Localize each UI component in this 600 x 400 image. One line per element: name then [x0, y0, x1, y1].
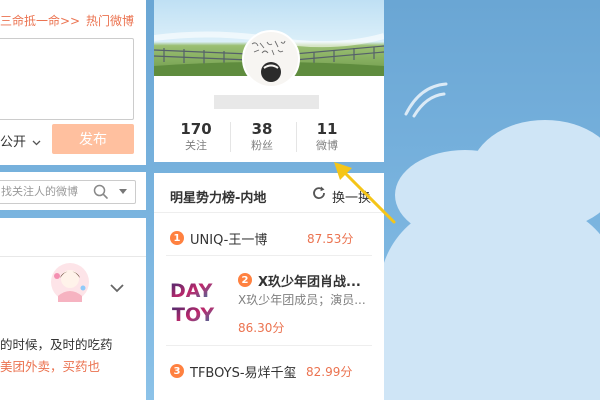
- compose-textarea[interactable]: [0, 38, 134, 120]
- stat-label: 微博: [316, 139, 338, 152]
- chevron-down-icon: [32, 140, 41, 145]
- compose-panel: 三命抵一命>> 热门微博 公开 发布: [0, 0, 146, 165]
- hot-weibo-link[interactable]: 热门微博: [86, 12, 134, 29]
- followers-count[interactable]: 38 粉丝: [227, 121, 297, 153]
- feed-panel: 的时候，及时的吃药 美团外卖，买药也: [0, 218, 146, 400]
- stat-number: 38: [251, 120, 273, 138]
- ranking-divider: [166, 345, 372, 346]
- rank-badge: 1: [170, 231, 184, 245]
- hot-topic-link[interactable]: 三命抵一命>>: [0, 14, 80, 28]
- visibility-label: 公开: [0, 135, 27, 150]
- group-logo[interactable]: DAY TOY: [166, 273, 222, 329]
- ranking-divider: [166, 255, 372, 256]
- feed-text-line: 的时候，及时的吃药: [0, 337, 113, 352]
- rank-item-description: X玖少年团成员；演员...: [238, 293, 366, 307]
- logo-text-bottom: TOY: [172, 304, 214, 326]
- weibo-count[interactable]: 11 微博: [292, 121, 362, 153]
- search-input[interactable]: 找关注人的微博: [0, 180, 136, 204]
- rank-badge: 2: [238, 273, 252, 287]
- rank-badge: 3: [170, 364, 184, 378]
- search-dropdown-icon[interactable]: [119, 189, 127, 194]
- feed-promo-link[interactable]: 美团外卖，买药也: [0, 356, 100, 375]
- annotation-arrow: [334, 162, 396, 224]
- stat-label: 关注: [185, 139, 207, 152]
- rank-item-name[interactable]: UNIQ-王一博: [190, 229, 267, 248]
- avatar-calligraphy-image: [244, 32, 298, 86]
- rank-item-score: 82.99分: [306, 365, 353, 379]
- profile-card: 170 关注 38 粉丝 11 微博: [154, 0, 384, 162]
- visibility-select[interactable]: 公开: [0, 131, 41, 150]
- avatar[interactable]: [50, 262, 90, 302]
- rank-item-name[interactable]: X玖少年团肖战...: [258, 271, 361, 290]
- feed-divider: [0, 256, 146, 257]
- rank-item-name[interactable]: TFBOYS-易烊千玺: [190, 362, 297, 381]
- nickname-redacted: [214, 95, 319, 109]
- rank-item-score: 87.53分: [307, 232, 354, 246]
- background-cloud: [360, 260, 600, 400]
- stat-number: 11: [316, 120, 338, 138]
- dayitoy-logo-image: DAY TOY: [170, 280, 214, 326]
- wind-lines: [404, 82, 448, 118]
- rank-item-score: 86.30分: [238, 321, 285, 335]
- ranking-title: 明星势力榜-内地: [170, 191, 267, 206]
- publish-button[interactable]: 发布: [52, 124, 134, 154]
- refresh-icon[interactable]: [311, 185, 327, 201]
- search-icon[interactable]: [93, 184, 109, 200]
- search-panel: 找关注人的微博: [0, 172, 146, 210]
- stat-number: 170: [180, 120, 212, 138]
- logo-text-top: DAY: [170, 280, 213, 302]
- profile-avatar[interactable]: [242, 30, 300, 88]
- chevron-down-icon[interactable]: [110, 284, 124, 293]
- stat-label: 粉丝: [251, 139, 273, 152]
- following-count[interactable]: 170 关注: [161, 121, 231, 153]
- search-placeholder: 找关注人的微博: [1, 185, 78, 198]
